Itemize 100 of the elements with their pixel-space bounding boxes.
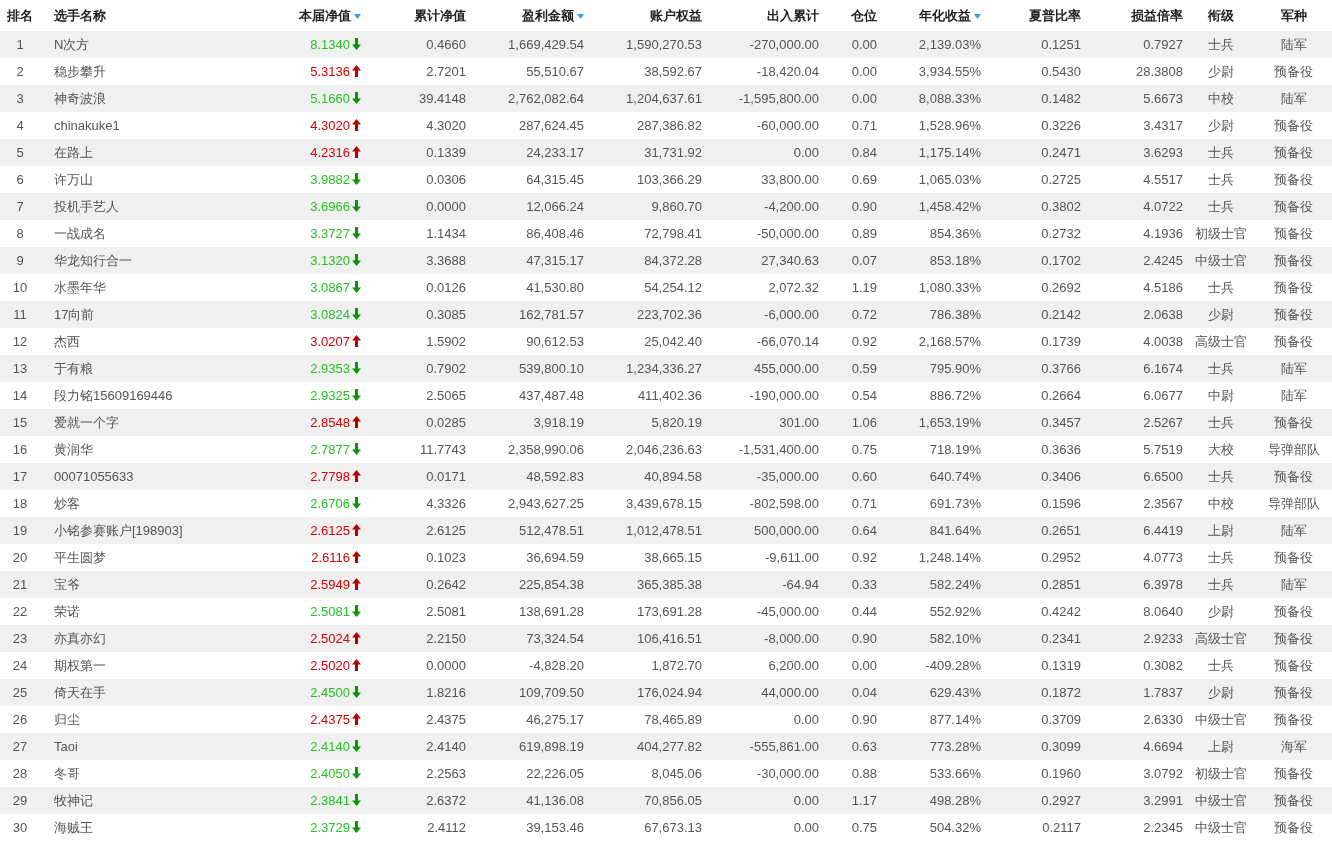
table-cell: 0.3802	[985, 193, 1085, 220]
rank-title: 中级士官	[1187, 706, 1255, 733]
table-cell: 0.1251	[985, 31, 1085, 58]
table-cell: -190,000.00	[706, 382, 823, 409]
column-header[interactable]: 盈利金额	[470, 0, 588, 31]
table-cell: 162,781.57	[470, 301, 588, 328]
rank-title: 士兵	[1187, 355, 1255, 382]
table-cell: 4.5517	[1085, 166, 1187, 193]
table-cell: 0.2732	[985, 220, 1085, 247]
table-cell: 0.4660	[365, 31, 470, 58]
table-cell: 629.43%	[881, 679, 985, 706]
rank-title: 少尉	[1187, 112, 1255, 139]
rank-cell: 10	[0, 274, 40, 301]
rank-title: 士兵	[1187, 409, 1255, 436]
player-name: N次方	[40, 31, 270, 58]
net-value: 3.0867	[310, 280, 350, 295]
table-cell: 1,065.03%	[881, 166, 985, 193]
table-cell: 0.00	[706, 787, 823, 814]
rank-cell: 2	[0, 58, 40, 85]
table-cell: 8,045.06	[588, 760, 706, 787]
branch-cell: 预备役	[1255, 274, 1332, 301]
table-cell: 0.2651	[985, 517, 1085, 544]
player-name: Taoi	[40, 733, 270, 760]
table-cell: 39.4148	[365, 85, 470, 112]
table-cell: 0.92	[823, 328, 881, 355]
player-name: 小铭参赛账户[198903]	[40, 517, 270, 544]
player-name: 投机手艺人	[40, 193, 270, 220]
table-cell: 0.1319	[985, 652, 1085, 679]
rank-title: 初级士官	[1187, 760, 1255, 787]
table-cell: 1,080.33%	[881, 274, 985, 301]
table-cell: 6.0677	[1085, 382, 1187, 409]
table-cell: 1.17	[823, 787, 881, 814]
branch-cell: 预备役	[1255, 166, 1332, 193]
table-cell: 0.64	[823, 517, 881, 544]
player-name: 神奇波浪	[40, 85, 270, 112]
table-cell: 2.2563	[365, 760, 470, 787]
net-value: 4.2316	[310, 145, 350, 160]
table-cell: 437,487.48	[470, 382, 588, 409]
table-cell: 0.84	[823, 139, 881, 166]
sort-icon	[577, 13, 584, 19]
table-cell: 1,590,270.53	[588, 31, 706, 58]
net-value: 2.7877	[310, 442, 350, 457]
table-cell: 0.07	[823, 247, 881, 274]
net-value: 3.0207	[310, 334, 350, 349]
rank-title: 初级士官	[1187, 220, 1255, 247]
table-cell: 1.8216	[365, 679, 470, 706]
table-cell: 0.72	[823, 301, 881, 328]
table-cell: 3.0792	[1085, 760, 1187, 787]
table-cell: 0.00	[823, 652, 881, 679]
table-cell: 500,000.00	[706, 517, 823, 544]
table-cell: 2.2345	[1085, 814, 1187, 841]
table-cell: 33,800.00	[706, 166, 823, 193]
rank-title: 士兵	[1187, 652, 1255, 679]
branch-cell: 陆军	[1255, 31, 1332, 58]
table-cell: 365,385.38	[588, 571, 706, 598]
branch-cell: 预备役	[1255, 247, 1332, 274]
table-cell: 0.3766	[985, 355, 1085, 382]
table-cell: 0.3406	[985, 463, 1085, 490]
net-value: 2.5949	[310, 577, 350, 592]
table-cell: 44,000.00	[706, 679, 823, 706]
table-cell: 0.3085	[365, 301, 470, 328]
net-value: 3.1320	[310, 253, 350, 268]
rank-title: 大校	[1187, 436, 1255, 463]
table-cell: 1.5902	[365, 328, 470, 355]
table-cell: -555,861.00	[706, 733, 823, 760]
table-cell: 539,800.10	[470, 355, 588, 382]
rank-title: 少尉	[1187, 679, 1255, 706]
branch-cell: 预备役	[1255, 625, 1332, 652]
table-cell: 3,439,678.15	[588, 490, 706, 517]
branch-cell: 预备役	[1255, 544, 1332, 571]
net-value: 2.4050	[310, 766, 350, 781]
column-header: 选手名称	[40, 0, 270, 31]
table-cell: 0.33	[823, 571, 881, 598]
branch-cell: 预备役	[1255, 463, 1332, 490]
rank-cell: 9	[0, 247, 40, 274]
table-cell: 0.90	[823, 193, 881, 220]
table-cell: 2.4375	[365, 706, 470, 733]
table-cell: 0.59	[823, 355, 881, 382]
table-cell: 2.2150	[365, 625, 470, 652]
net-value: 3.9882	[310, 172, 350, 187]
table-cell: 582.24%	[881, 571, 985, 598]
table-cell: 6.4419	[1085, 517, 1187, 544]
table-cell: -4,828.20	[470, 652, 588, 679]
table-cell: 0.3099	[985, 733, 1085, 760]
table-cell: 6.6500	[1085, 463, 1187, 490]
branch-cell: 预备役	[1255, 301, 1332, 328]
column-header[interactable]: 本届净值	[270, 0, 365, 31]
player-name: 于有粮	[40, 355, 270, 382]
table-cell: 0.2117	[985, 814, 1085, 841]
rank-title: 士兵	[1187, 571, 1255, 598]
player-name: 期权第一	[40, 652, 270, 679]
branch-cell: 陆军	[1255, 571, 1332, 598]
column-header[interactable]: 年化收益	[881, 0, 985, 31]
table-cell: 3,918.19	[470, 409, 588, 436]
table-cell: 6.3978	[1085, 571, 1187, 598]
rank-title: 中校	[1187, 490, 1255, 517]
table-cell: -45,000.00	[706, 598, 823, 625]
player-name: 段力铭15609169446	[40, 382, 270, 409]
player-name: 冬哥	[40, 760, 270, 787]
net-value: 2.4140	[310, 739, 350, 754]
